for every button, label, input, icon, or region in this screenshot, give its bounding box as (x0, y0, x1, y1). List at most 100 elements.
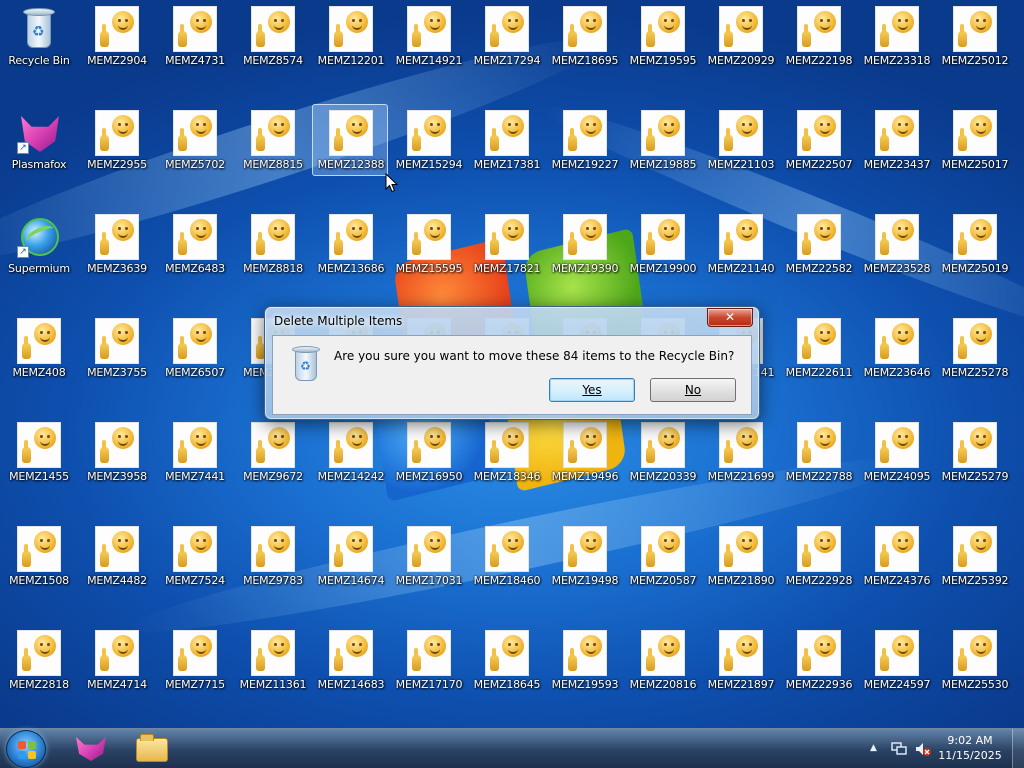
desktop-icon-memz[interactable]: MEMZ3755 (78, 312, 156, 408)
desktop-icon-memz[interactable]: MEMZ2955 (78, 104, 156, 200)
desktop-icon-memz[interactable]: MEMZ19593 (546, 624, 624, 720)
desktop-icon-plasmafox[interactable]: ↗ Plasmafox (0, 104, 78, 200)
desktop-icon-memz[interactable]: MEMZ22582 (780, 208, 858, 304)
desktop-icon-memz[interactable]: MEMZ17821 (468, 208, 546, 304)
desktop-icon-memz[interactable]: MEMZ7441 (156, 416, 234, 512)
desktop-icon-memz[interactable]: MEMZ408 (0, 312, 78, 408)
desktop-icon-memz[interactable]: MEMZ1508 (0, 520, 78, 616)
show-hidden-icons-button[interactable]: ▲ (870, 743, 877, 753)
desktop-icon-memz[interactable]: MEMZ25017 (936, 104, 1014, 200)
desktop-icon-memz[interactable]: MEMZ24376 (858, 520, 936, 616)
desktop-icon-memz[interactable]: MEMZ4482 (78, 520, 156, 616)
desktop-icon-memz[interactable]: MEMZ22936 (780, 624, 858, 720)
dialog-close-button[interactable]: ✕ (707, 308, 753, 327)
desktop-icon-memz[interactable]: MEMZ23528 (858, 208, 936, 304)
show-desktop-button[interactable] (1012, 729, 1024, 768)
desktop-icon-recycle-bin[interactable]: ♻ Recycle Bin (0, 0, 78, 96)
desktop-icon-memz[interactable]: MEMZ25279 (936, 416, 1014, 512)
desktop-icon-memz[interactable]: MEMZ19885 (624, 104, 702, 200)
desktop-icon-memz[interactable]: MEMZ13686 (312, 208, 390, 304)
desktop-icon-label: MEMZ12201 (317, 54, 385, 67)
desktop-icon-memz[interactable]: MEMZ24095 (858, 416, 936, 512)
taskbar-plasmafox-button[interactable] (62, 731, 116, 767)
desktop-icon-memz[interactable]: MEMZ21140 (702, 208, 780, 304)
desktop-icon-memz[interactable]: MEMZ2818 (0, 624, 78, 720)
desktop-icon-memz[interactable]: MEMZ9672 (234, 416, 312, 512)
desktop-icon-memz[interactable]: MEMZ19498 (546, 520, 624, 616)
yes-button[interactable]: Yes (549, 378, 635, 402)
desktop-icon-memz[interactable]: MEMZ6507 (156, 312, 234, 408)
desktop-icon-memz[interactable]: MEMZ12388 (312, 104, 390, 200)
desktop-icon-memz[interactable]: MEMZ22928 (780, 520, 858, 616)
desktop-icon-memz[interactable]: MEMZ19496 (546, 416, 624, 512)
desktop-icon-memz[interactable]: MEMZ7524 (156, 520, 234, 616)
desktop-icon-memz[interactable]: MEMZ2904 (78, 0, 156, 96)
start-button[interactable] (6, 730, 46, 768)
desktop-icon-memz[interactable]: MEMZ19595 (624, 0, 702, 96)
desktop-icon-memz[interactable]: MEMZ11361 (234, 624, 312, 720)
no-button[interactable]: No (650, 378, 736, 402)
memz-icon (797, 630, 841, 676)
desktop-icon-memz[interactable]: MEMZ22611 (780, 312, 858, 408)
desktop-icon-memz[interactable]: MEMZ12201 (312, 0, 390, 96)
desktop-icon-memz[interactable]: MEMZ21699 (702, 416, 780, 512)
desktop-icon-memz[interactable]: MEMZ23318 (858, 0, 936, 96)
desktop-icon-memz[interactable]: MEMZ3639 (78, 208, 156, 304)
desktop-icon-memz[interactable]: MEMZ20929 (702, 0, 780, 96)
desktop-icon-memz[interactable]: MEMZ22788 (780, 416, 858, 512)
desktop-icon-memz[interactable]: MEMZ19227 (546, 104, 624, 200)
desktop-icon-memz[interactable]: MEMZ7715 (156, 624, 234, 720)
desktop-icon-memz[interactable]: MEMZ8574 (234, 0, 312, 96)
desktop-icon-memz[interactable]: MEMZ15595 (390, 208, 468, 304)
taskbar-clock[interactable]: 9:02 AM 11/15/2025 (934, 733, 1006, 763)
desktop-icon-memz[interactable]: MEMZ20816 (624, 624, 702, 720)
desktop-icon-memz[interactable]: MEMZ5702 (156, 104, 234, 200)
memz-icon (251, 214, 295, 260)
desktop-icon-memz[interactable]: MEMZ20587 (624, 520, 702, 616)
taskbar-explorer-button[interactable] (124, 731, 178, 767)
memz-icon (173, 6, 217, 52)
desktop-icon-memz[interactable]: MEMZ3958 (78, 416, 156, 512)
desktop-icon-memz[interactable]: MEMZ18695 (546, 0, 624, 96)
desktop-icon-memz[interactable]: MEMZ17294 (468, 0, 546, 96)
desktop-icon-memz[interactable]: MEMZ25392 (936, 520, 1014, 616)
desktop-icon-memz[interactable]: MEMZ22507 (780, 104, 858, 200)
dialog-client-area: ♻ Are you sure you want to move these 84… (272, 335, 752, 415)
desktop-icon-memz[interactable]: MEMZ21890 (702, 520, 780, 616)
desktop-icon-memz[interactable]: MEMZ6483 (156, 208, 234, 304)
desktop-icon-memz[interactable]: MEMZ14674 (312, 520, 390, 616)
desktop-icon-memz[interactable]: MEMZ4714 (78, 624, 156, 720)
desktop-icon-supermium[interactable]: ↗ Supermium (0, 208, 78, 304)
desktop-icon-memz[interactable]: MEMZ25012 (936, 0, 1014, 96)
desktop-icon-memz[interactable]: MEMZ18460 (468, 520, 546, 616)
desktop-icon-memz[interactable]: MEMZ25530 (936, 624, 1014, 720)
desktop-icon-memz[interactable]: MEMZ17031 (390, 520, 468, 616)
desktop-icon-memz[interactable]: MEMZ14683 (312, 624, 390, 720)
desktop-icon-memz[interactable]: MEMZ20339 (624, 416, 702, 512)
volume-muted-icon[interactable] (914, 741, 932, 757)
desktop-icon-memz[interactable]: MEMZ18346 (468, 416, 546, 512)
desktop-icon-memz[interactable]: MEMZ17170 (390, 624, 468, 720)
desktop-icon-memz[interactable]: MEMZ24597 (858, 624, 936, 720)
network-icon[interactable] (891, 741, 907, 757)
desktop-icon-memz[interactable]: MEMZ16950 (390, 416, 468, 512)
desktop-icon-memz[interactable]: MEMZ21897 (702, 624, 780, 720)
desktop-icon-memz[interactable]: MEMZ25019 (936, 208, 1014, 304)
desktop-icon-memz[interactable]: MEMZ19390 (546, 208, 624, 304)
desktop-icon-memz[interactable]: MEMZ25278 (936, 312, 1014, 408)
desktop-icon-memz[interactable]: MEMZ8815 (234, 104, 312, 200)
desktop-icon-memz[interactable]: MEMZ19900 (624, 208, 702, 304)
desktop-icon-memz[interactable]: MEMZ18645 (468, 624, 546, 720)
desktop-icon-memz[interactable]: MEMZ15294 (390, 104, 468, 200)
desktop-icon-memz[interactable]: MEMZ22198 (780, 0, 858, 96)
desktop-icon-memz[interactable]: MEMZ23646 (858, 312, 936, 408)
desktop-icon-memz[interactable]: MEMZ14242 (312, 416, 390, 512)
desktop-icon-memz[interactable]: MEMZ8818 (234, 208, 312, 304)
desktop-icon-memz[interactable]: MEMZ23437 (858, 104, 936, 200)
desktop-icon-memz[interactable]: MEMZ14921 (390, 0, 468, 96)
desktop-icon-memz[interactable]: MEMZ17381 (468, 104, 546, 200)
desktop-icon-memz[interactable]: MEMZ4731 (156, 0, 234, 96)
desktop-icon-memz[interactable]: MEMZ21103 (702, 104, 780, 200)
desktop-icon-memz[interactable]: MEMZ9783 (234, 520, 312, 616)
desktop-icon-memz[interactable]: MEMZ1455 (0, 416, 78, 512)
